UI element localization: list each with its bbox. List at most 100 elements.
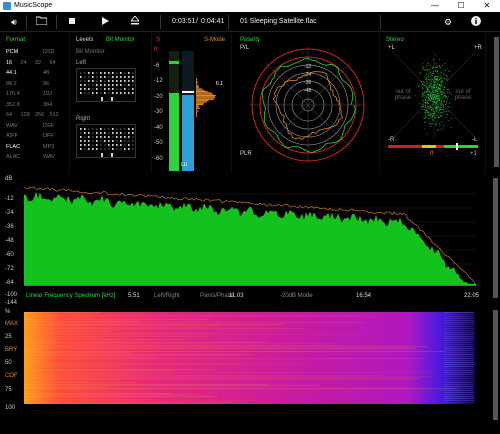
format-option: 256 xyxy=(35,112,44,118)
svg-text:-48: -48 xyxy=(304,88,311,94)
info-icon[interactable] xyxy=(470,16,482,28)
svg-text:-12: -12 xyxy=(304,64,311,70)
format-option: 16 xyxy=(6,60,12,66)
s-mode-icon: S xyxy=(156,37,160,43)
spectrum-db-tick: -48 xyxy=(5,238,14,244)
format-option: PCM xyxy=(6,49,18,55)
format-panel: Format PCM DSD 16 24 32 64 44.1 48 88.2 96 176.4 19… xyxy=(0,33,70,173)
format-option: 48 xyxy=(43,70,49,76)
right-channel-label: Right xyxy=(76,116,90,122)
level-scale-tick: -60 xyxy=(154,156,163,162)
format-option: MP3 xyxy=(43,144,54,150)
format-option: 352.8 xyxy=(6,102,20,108)
meter-left-peak xyxy=(169,61,179,64)
mode-left-right[interactable]: Left/Right xyxy=(154,293,180,299)
format-title: Format xyxy=(6,37,25,43)
divider xyxy=(56,15,57,29)
meter-right-blue-bar xyxy=(182,95,194,171)
spectrogram-tick: 75 xyxy=(5,387,12,393)
panel-scrollbar[interactable] xyxy=(494,37,499,167)
spectrum-db-tick: -144 xyxy=(5,300,17,306)
spectrogram: % MAX 25 BRY 50 COF 75 100 xyxy=(4,308,496,430)
spectrum-db-tick: dB xyxy=(5,176,12,182)
svg-text:-36: -36 xyxy=(304,80,311,86)
spectrum-db-tick: -60 xyxy=(5,252,14,258)
stereo-title: Stereo xyxy=(386,37,404,43)
spectrogram-plot xyxy=(24,312,476,404)
level-scale-tick: -12 xyxy=(154,78,163,84)
format-option: WAV xyxy=(6,123,18,129)
elapsed-time: 0:03:51 xyxy=(172,18,195,25)
correlation-yellow xyxy=(422,145,436,148)
format-option: 128 xyxy=(21,112,30,118)
level-scale-tick: -40 xyxy=(154,125,163,131)
folder-open-icon[interactable] xyxy=(35,16,47,28)
meter-right-peak xyxy=(182,91,194,93)
level-meter-panel: 0 -6 -12 -20 -30 -40 -50 -60 LU S S-Mode 6.1 xyxy=(152,33,232,173)
spectrum-db-tick: -84 xyxy=(5,280,14,286)
correlation-zero: 0 xyxy=(430,151,433,157)
spectrogram-tick: 25 xyxy=(5,334,12,340)
format-option: DSF xyxy=(43,123,54,129)
correlation-max: +1 xyxy=(470,151,477,157)
freq-tick: 16.54 xyxy=(356,293,371,299)
format-option: 44.1 xyxy=(6,70,17,76)
correlation-green xyxy=(444,145,478,148)
divider xyxy=(228,15,229,29)
divider xyxy=(380,15,381,29)
settings-gear-icon[interactable]: ⚙ xyxy=(442,16,454,28)
minimize-icon[interactable]: — xyxy=(422,0,448,12)
spectrum-scrollbar[interactable] xyxy=(493,178,498,298)
freq-tick: 11.03 xyxy=(229,293,244,299)
mode-20db[interactable]: -20dB Mode xyxy=(280,293,313,299)
spectrum-db-tick: -100 xyxy=(5,292,17,298)
correlation-indicator xyxy=(456,143,458,150)
format-option: 88.2 xyxy=(6,81,17,87)
level-scale-tick: 0 xyxy=(154,47,157,53)
stereo-panel: Stereo +L +R -R -L out of phase out of p… xyxy=(382,33,486,173)
stop-icon[interactable] xyxy=(66,16,78,28)
format-option: DFF xyxy=(43,133,54,139)
vectorscope xyxy=(392,51,476,139)
levels-title[interactable]: Levels xyxy=(76,37,93,43)
format-option: 384 xyxy=(43,102,52,108)
play-icon[interactable] xyxy=(99,16,111,28)
format-option: 96 xyxy=(43,81,49,87)
spectrum-plot xyxy=(24,180,476,286)
format-option: WAV xyxy=(43,154,55,160)
format-option: FLAC xyxy=(6,144,20,150)
channel-label-lu: LU xyxy=(181,162,187,168)
left-channel-label: Left xyxy=(76,60,86,66)
toolbar: 🔊︎ 0:03:51 / 0:04:41 01 Sleeping Satelli… xyxy=(0,12,500,32)
spectrogram-tick: BRY xyxy=(5,347,17,353)
level-scale-tick: -6 xyxy=(154,63,159,69)
format-option: ALAC xyxy=(6,154,20,160)
format-option: 32 xyxy=(35,60,41,66)
spectrum-caption: Linear Frequency Spectrum [kHz] xyxy=(26,293,115,299)
format-option: 64 xyxy=(50,60,56,66)
volume-icon[interactable]: 🔊︎ xyxy=(8,16,20,28)
title-bar: MusicScope — ☐ ✕ xyxy=(0,0,500,12)
format-option: 192 xyxy=(43,91,52,97)
spectrogram-tick: COF xyxy=(5,373,18,379)
spectrogram-tick: % xyxy=(5,309,10,315)
peak-value: 6.1 xyxy=(216,81,223,87)
spectrogram-scrollbar[interactable] xyxy=(493,310,498,420)
meter-left-green-bar xyxy=(169,93,179,171)
polarity-panel: Polarity P/L PLR -12 -24 -36 -48 xyxy=(236,33,380,173)
close-icon[interactable]: ✕ xyxy=(474,0,500,12)
format-option: 512 xyxy=(50,112,59,118)
meter-panels: Format PCM DSD 16 24 32 64 44.1 48 88.2 96 176.4 19… xyxy=(0,33,500,173)
divider xyxy=(160,15,161,29)
s-mode-label[interactable]: S-Mode xyxy=(204,37,225,43)
eject-icon[interactable] xyxy=(129,16,141,28)
format-option: AIFF xyxy=(6,133,18,139)
spectrogram-tick: 50 xyxy=(5,360,12,366)
bit-monitor-right xyxy=(76,124,136,158)
freq-tick: 22.05 xyxy=(464,293,479,299)
time-separator: / xyxy=(196,18,198,25)
spectrogram-tick: 100 xyxy=(5,405,15,411)
bit-monitor-title[interactable]: Bit Monitor xyxy=(106,37,135,43)
freq-tick: 5.51 xyxy=(128,293,140,299)
maximize-icon[interactable]: ☐ xyxy=(448,0,474,12)
